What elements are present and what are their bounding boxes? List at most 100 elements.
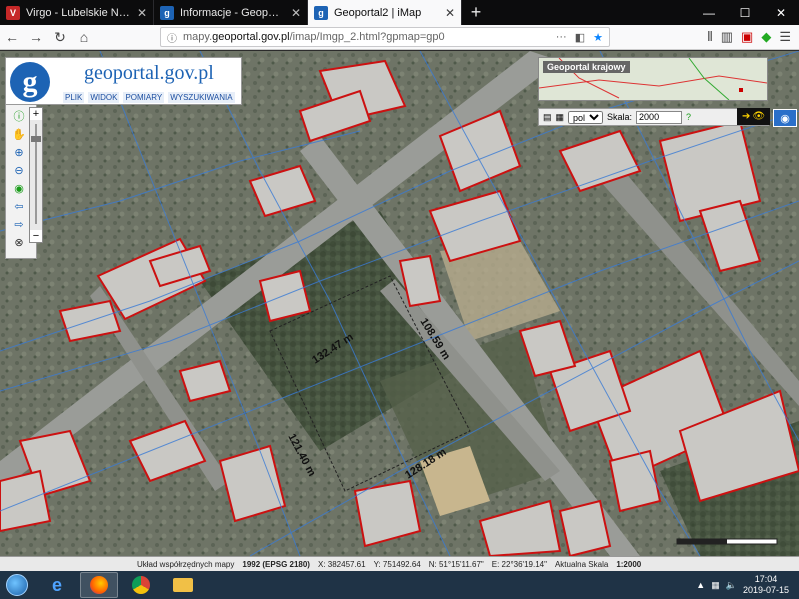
internet-explorer-icon: e: [51, 574, 62, 595]
status-bar: Układ współrzędnych mapy 1992 (EPSG 2180…: [0, 556, 799, 571]
orthophoto-map[interactable]: 132.47 m 108.59 m 121.40 m 128.18 m: [0, 51, 799, 556]
main-menu: PLIK WIDOK POMIARY WYSZUKIWANIA: [63, 92, 235, 103]
close-tab-icon[interactable]: ✕: [291, 6, 301, 20]
current-scale-label: Aktualna Skala: [554, 559, 609, 569]
view-toggle-button[interactable]: ◉: [773, 109, 797, 127]
reload-icon[interactable]: ↻: [48, 26, 72, 48]
tray-expand-icon[interactable]: ▲: [696, 580, 705, 590]
system-tray: ▲ ▦ 🔈 17:04 2019-07-15: [696, 574, 799, 596]
clock[interactable]: 17:04 2019-07-15: [743, 574, 789, 596]
extension-icon[interactable]: ▣: [741, 29, 753, 45]
navigation-toolbar: ← → ↻ ⌂ ⓘ mapy. geoportal.gov.pl/imap/Img…: [0, 25, 799, 50]
overview-title: Geoportal krajowy: [543, 61, 630, 73]
zoom-minus-button[interactable]: −: [30, 230, 42, 242]
n-coordinate: N: 51°15'11.67": [428, 559, 484, 569]
sidebar-icon[interactable]: ▥: [721, 29, 733, 45]
taskbar-firefox[interactable]: [80, 572, 118, 598]
current-scale-value: 1:2000: [616, 559, 642, 569]
pan-hand-icon[interactable]: ✋: [11, 127, 27, 141]
page-actions-icon[interactable]: ···: [556, 31, 567, 44]
zoom-slider[interactable]: + −: [29, 107, 43, 243]
taskbar-ie[interactable]: e: [38, 572, 76, 598]
previous-view-icon[interactable]: ⇦: [11, 199, 27, 213]
language-select[interactable]: pol: [568, 110, 604, 124]
overview-map[interactable]: Geoportal krajowy: [538, 57, 768, 101]
eye-icon: 👁: [752, 111, 766, 122]
geoportal-favicon-icon: g: [160, 5, 174, 20]
window-controls: — ☐ ✕: [691, 0, 799, 25]
menu-icon[interactable]: ☰: [779, 29, 791, 45]
tab-virgo[interactable]: V Virgo - Lubelskie Nieruchomo ✕: [0, 0, 154, 25]
url-domain: geoportal.gov.pl: [212, 31, 290, 43]
e-coordinate: E: 22°36'19.14": [491, 559, 547, 569]
url-path: /imap/Imgp_2.html?gpmap=gp0: [289, 31, 445, 43]
maximize-icon[interactable]: ☐: [727, 0, 763, 25]
back-icon[interactable]: ←: [0, 26, 24, 48]
volume-icon[interactable]: 🔈: [726, 580, 737, 591]
coord-system-label: Układ współrzędnych mapy: [137, 559, 235, 569]
close-tab-icon[interactable]: ✕: [137, 6, 147, 20]
tab-title: Virgo - Lubelskie Nieruchomo: [26, 6, 131, 19]
zoom-in-icon[interactable]: ⊕: [11, 145, 27, 159]
zoom-plus-button[interactable]: +: [30, 108, 42, 120]
new-tab-button[interactable]: +: [462, 0, 490, 25]
taskbar-chrome[interactable]: [122, 572, 160, 598]
toolbar-right: ⫴ ▥ ▣ ◆ ☰: [707, 29, 791, 45]
forward-icon[interactable]: →: [24, 26, 48, 48]
minimize-icon[interactable]: —: [691, 0, 727, 25]
full-extent-icon[interactable]: ◉: [11, 181, 27, 195]
geoportal-favicon-icon: g: [314, 5, 328, 20]
tab-strip: V Virgo - Lubelskie Nieruchomo ✕ g Infor…: [0, 0, 799, 25]
zoom-thumb[interactable]: [31, 136, 41, 142]
addon-icon[interactable]: ◆: [761, 29, 771, 45]
menu-plik[interactable]: PLIK: [63, 92, 85, 103]
arrow-icon: ➔: [741, 111, 751, 122]
windows-taskbar: e ▲ ▦ 🔈 17:04 2019-07-15: [0, 571, 799, 599]
taskbar-explorer[interactable]: [164, 572, 202, 598]
y-coordinate: Y: 751492.64: [373, 559, 421, 569]
bookmark-star-icon[interactable]: ★: [593, 31, 603, 44]
layer-visibility-toggle[interactable]: ➔ 👁: [737, 108, 770, 125]
pocket-icon[interactable]: ◧: [575, 31, 585, 44]
clear-icon[interactable]: ⊗: [11, 235, 27, 249]
close-tab-icon[interactable]: ✕: [445, 6, 455, 20]
home-icon[interactable]: ⌂: [72, 26, 96, 48]
next-view-icon[interactable]: ⇨: [11, 217, 27, 231]
save-icon[interactable]: ▦: [556, 112, 565, 123]
chrome-icon: [132, 576, 150, 594]
url-prefix: mapy.: [183, 31, 213, 43]
tab-imap[interactable]: g Geoportal2 | iMap ✕: [308, 0, 462, 25]
folder-icon: [173, 578, 193, 592]
eye-icon: ◉: [780, 112, 790, 125]
clock-time: 17:04: [754, 574, 778, 584]
start-button[interactable]: [0, 571, 34, 599]
x-coordinate: X: 382457.61: [317, 559, 366, 569]
print-icon[interactable]: ▤: [543, 112, 552, 123]
firefox-icon: [90, 576, 108, 594]
map-viewport[interactable]: 132.47 m 108.59 m 121.40 m 128.18 m g ge…: [0, 51, 799, 556]
info-icon[interactable]: ⓘ: [167, 30, 177, 45]
close-window-icon[interactable]: ✕: [763, 0, 799, 25]
coord-system-value: 1992 (EPSG 2180): [242, 559, 310, 569]
map-scale-bar: [676, 538, 778, 545]
scale-toolbar: ▤ ▦ pol Skala: ?: [538, 108, 769, 126]
help-icon[interactable]: ?: [686, 112, 691, 122]
library-icon[interactable]: ⫴: [707, 29, 712, 45]
geoportal-logo[interactable]: g geoportal.gov.pl PLIK WIDOK POMIARY WY…: [5, 57, 242, 105]
virgo-favicon-icon: V: [6, 5, 20, 20]
tab-title: Informacje - Geoportal 2: [180, 6, 285, 19]
logo-text: geoportal.gov.pl: [84, 62, 214, 84]
menu-pomiary[interactable]: POMIARY: [123, 92, 165, 103]
windows-logo-icon: [6, 574, 28, 596]
menu-widok[interactable]: WIDOK: [88, 92, 120, 103]
clock-date: 2019-07-15: [742, 585, 789, 595]
tab-title: Geoportal2 | iMap: [334, 6, 422, 19]
tab-informacje[interactable]: g Informacje - Geoportal 2 ✕: [154, 0, 308, 25]
scale-input[interactable]: [636, 110, 683, 124]
menu-wyszukiwania[interactable]: WYSZUKIWANIA: [168, 92, 235, 103]
zoom-out-icon[interactable]: ⊖: [11, 163, 27, 177]
address-bar[interactable]: ⓘ mapy. geoportal.gov.pl/imap/Imgp_2.html…: [160, 27, 610, 47]
scale-label: Skala:: [607, 112, 633, 122]
network-icon[interactable]: ▦: [711, 580, 720, 591]
info-tool-icon[interactable]: ⓘ: [11, 109, 27, 123]
